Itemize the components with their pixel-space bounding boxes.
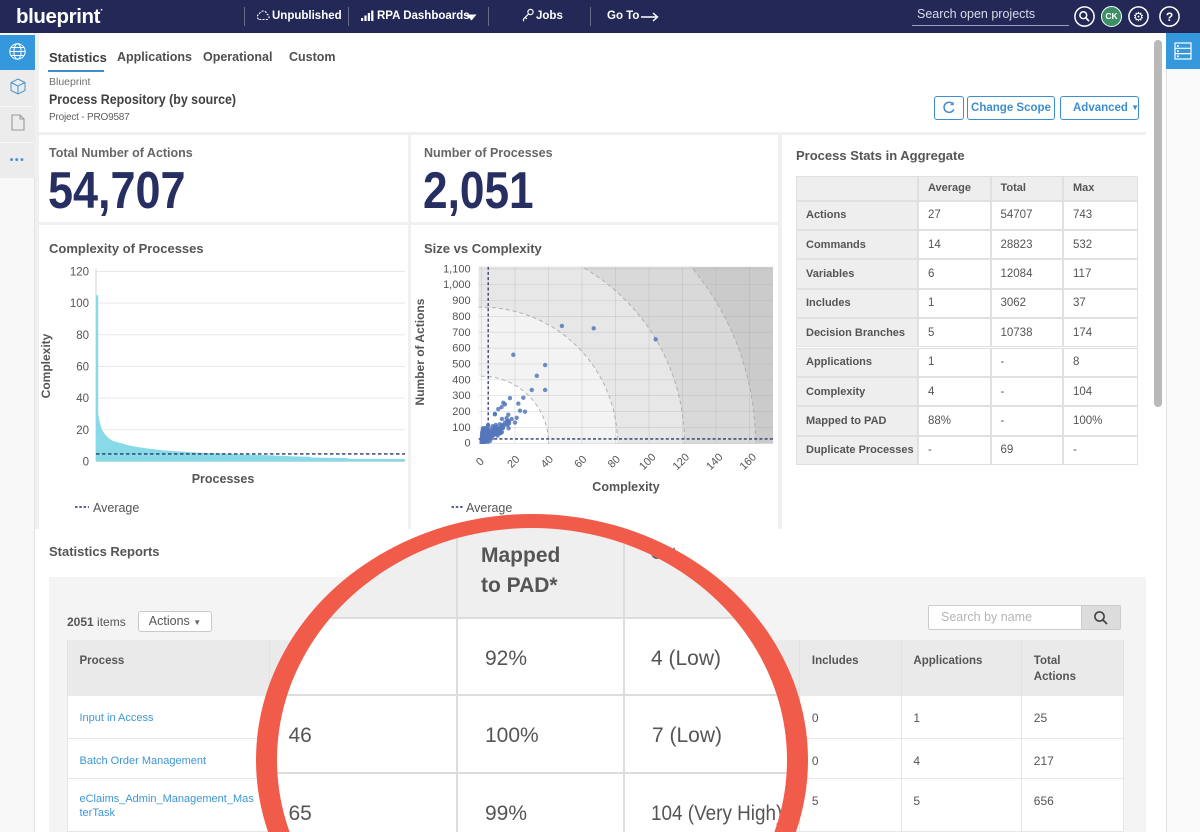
svg-text:900: 900 (452, 295, 470, 307)
svg-text:80: 80 (606, 454, 623, 471)
svg-text:60: 60 (76, 361, 89, 373)
svg-text:100: 100 (70, 298, 89, 310)
svg-text:160: 160 (738, 451, 759, 472)
svg-text:40: 40 (76, 393, 89, 405)
svg-text:1,100: 1,100 (443, 263, 471, 275)
svg-text:600: 600 (452, 343, 470, 355)
svg-text:Processes: Processes (192, 472, 255, 486)
svg-text:40: 40 (539, 454, 556, 471)
svg-text:?: ? (1166, 10, 1173, 24)
svg-text:⚙: ⚙ (1133, 10, 1144, 24)
svg-text:20: 20 (76, 425, 89, 437)
svg-text:120: 120 (70, 267, 89, 279)
svg-text:140: 140 (704, 451, 725, 472)
svg-text:20: 20 (505, 454, 522, 471)
svg-text:Average: Average (93, 501, 139, 515)
svg-text:Number of Actions: Number of Actions (413, 298, 427, 405)
svg-text:Complexity: Complexity (592, 480, 659, 494)
svg-text:0: 0 (474, 456, 487, 469)
svg-text:100: 100 (452, 422, 470, 434)
svg-text:60: 60 (572, 454, 589, 471)
svg-text:80: 80 (76, 330, 89, 342)
svg-text:0: 0 (464, 438, 470, 450)
svg-text:Complexity: Complexity (39, 333, 53, 398)
svg-text:500: 500 (452, 358, 470, 370)
svg-text:200: 200 (452, 406, 470, 418)
svg-text:400: 400 (452, 374, 470, 386)
svg-text:800: 800 (452, 311, 470, 323)
svg-text:0: 0 (83, 456, 89, 468)
svg-text:100: 100 (637, 451, 658, 472)
svg-text:120: 120 (671, 451, 692, 472)
svg-text:300: 300 (452, 390, 470, 402)
svg-text:700: 700 (452, 327, 470, 339)
svg-text:1,000: 1,000 (443, 279, 471, 291)
